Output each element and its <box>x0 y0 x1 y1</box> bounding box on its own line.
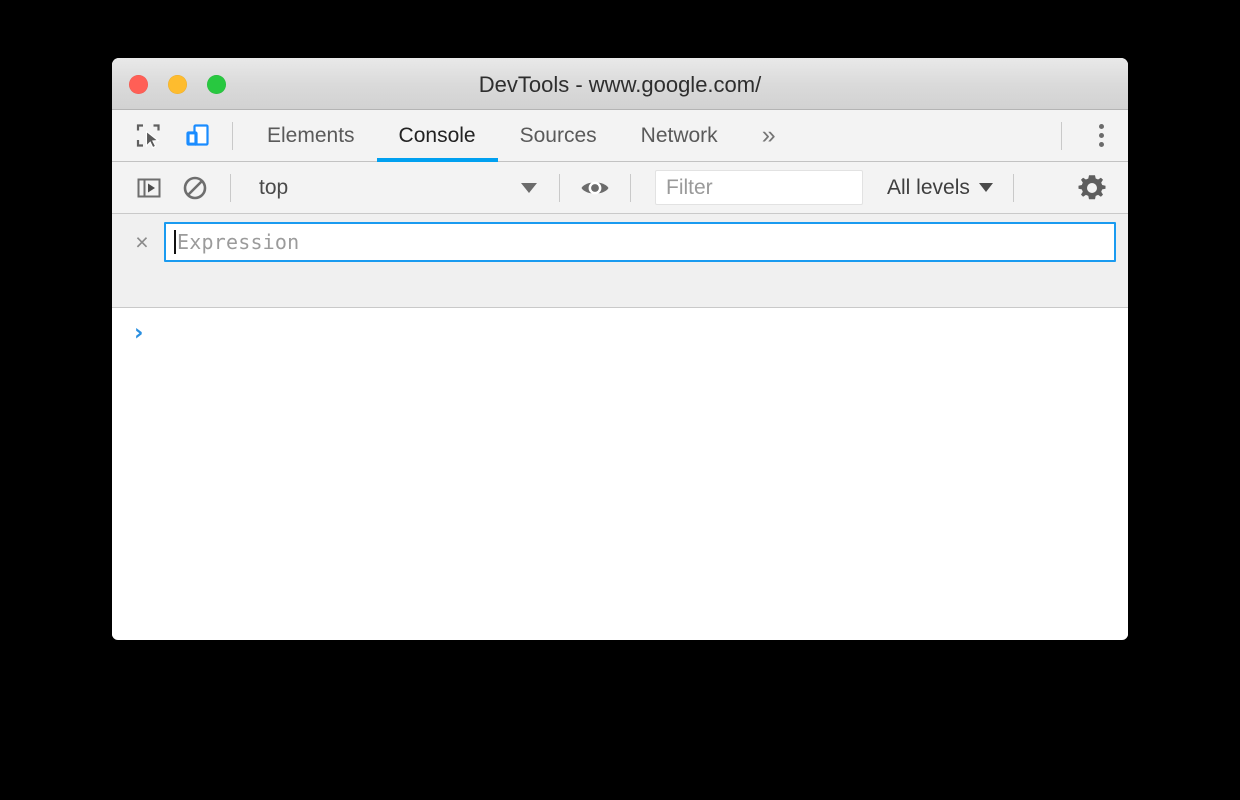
kebab-dot <box>1098 124 1104 129</box>
toolbar-separator <box>559 173 560 202</box>
log-level-value: All levels <box>887 175 970 199</box>
execution-context-selector[interactable]: top <box>247 171 547 205</box>
console-output-area[interactable]: › <box>112 308 1128 638</box>
execution-context-value: top <box>259 175 289 199</box>
live-expression-row: × Expression <box>112 220 1128 264</box>
console-prompt-input[interactable] <box>143 322 1128 348</box>
live-expression-placeholder: Expression <box>177 230 300 254</box>
device-toolbar-icon[interactable] <box>174 113 220 159</box>
tab-label: Network <box>640 123 718 147</box>
kebab-dot <box>1098 142 1104 147</box>
devtools-tabbar: Elements Console Sources Network » <box>112 110 1128 162</box>
toolbar-separator <box>230 173 231 202</box>
more-tabs-chevron-icon[interactable]: » <box>740 110 798 161</box>
tab-console[interactable]: Console <box>376 110 498 162</box>
live-expression-pane: × Expression <box>112 214 1128 308</box>
tab-label: Console <box>398 123 476 147</box>
console-prompt-row[interactable]: › <box>112 308 1128 348</box>
tab-label: Sources <box>519 123 597 147</box>
settings-gear-icon[interactable] <box>1064 162 1120 213</box>
tab-sources[interactable]: Sources <box>498 110 619 161</box>
toolbar-separator <box>1012 173 1014 202</box>
inspect-element-icon[interactable] <box>126 113 172 159</box>
more-tabs-label: » <box>761 121 776 149</box>
filter-input[interactable]: Filter <box>655 170 863 205</box>
tabbar-right-group <box>1049 110 1128 161</box>
more-options-kebab-icon[interactable] <box>1074 110 1128 161</box>
kebab-dot <box>1098 133 1104 138</box>
log-level-selector[interactable]: All levels <box>879 171 1001 205</box>
devtools-window: DevTools - www.google.com/ Elements Cons… <box>112 58 1128 640</box>
tab-network[interactable]: Network <box>619 110 740 161</box>
toolbar-separator <box>630 173 631 202</box>
remove-live-expression-button[interactable]: × <box>128 228 156 256</box>
filter-placeholder: Filter <box>666 175 713 199</box>
toolbar-separator <box>232 121 233 150</box>
console-prompt-chevron-icon: › <box>134 320 144 346</box>
clear-console-icon[interactable] <box>172 165 218 211</box>
tab-elements[interactable]: Elements <box>245 110 377 161</box>
live-expression-input[interactable]: Expression <box>164 222 1116 262</box>
window-title: DevTools - www.google.com/ <box>478 72 762 97</box>
close-icon: × <box>135 228 149 255</box>
chevron-down-icon <box>521 182 537 193</box>
window-titlebar: DevTools - www.google.com/ <box>112 58 1128 110</box>
console-toolbar: top Filter All levels <box>112 162 1128 214</box>
toolbar-separator <box>1061 121 1062 150</box>
create-live-expression-icon[interactable] <box>572 165 618 211</box>
text-caret <box>174 230 176 254</box>
console-sidebar-toggle-icon[interactable] <box>126 165 172 211</box>
chevron-down-icon <box>978 183 993 192</box>
tab-list: Elements Console Sources Network » <box>245 110 798 162</box>
tab-label: Elements <box>267 123 355 147</box>
